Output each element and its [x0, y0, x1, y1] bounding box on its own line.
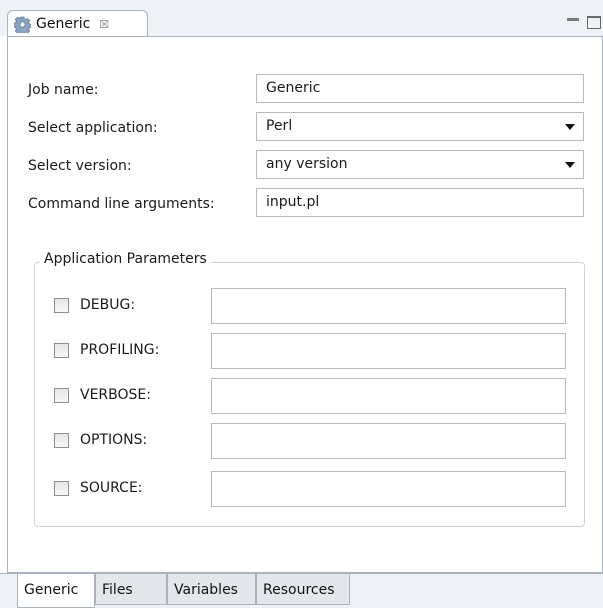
debug-checkbox[interactable] [54, 298, 69, 313]
application-select[interactable]: Perl [256, 112, 584, 141]
tab-generic[interactable]: Generic [17, 574, 95, 608]
options-checkbox[interactable] [54, 433, 69, 448]
source-label: SOURCE: [80, 480, 143, 496]
verbose-input[interactable] [211, 378, 566, 414]
application-parameters-title: Application Parameters [40, 251, 211, 267]
verbose-checkbox[interactable] [54, 388, 69, 403]
dropdown-arrow-icon [565, 162, 575, 168]
source-checkbox[interactable] [54, 481, 69, 496]
editor-page-tabs: Generic Files Variables Resources [0, 573, 603, 608]
tab-resources[interactable]: Resources [256, 574, 350, 605]
job-name-input[interactable]: Generic [256, 74, 584, 103]
debug-input[interactable] [211, 288, 566, 324]
profiling-input[interactable] [211, 333, 566, 369]
version-label: Select version: [28, 158, 132, 174]
job-name-label: Job name: [28, 82, 99, 98]
debug-label: DEBUG: [80, 297, 136, 313]
tab-files[interactable]: Files [95, 574, 167, 605]
verbose-label: VERBOSE: [80, 387, 151, 403]
version-select-value: any version [266, 156, 348, 172]
dropdown-arrow-icon [565, 124, 575, 130]
tab-variables[interactable]: Variables [167, 574, 256, 605]
options-label: OPTIONS: [80, 432, 148, 448]
source-input[interactable] [211, 471, 566, 507]
version-select[interactable]: any version [256, 150, 584, 179]
profiling-checkbox[interactable] [54, 343, 69, 358]
options-input[interactable] [211, 423, 566, 459]
command-line-label: Command line arguments: [28, 196, 215, 212]
application-label: Select application: [28, 120, 158, 136]
profiling-label: PROFILING: [80, 342, 160, 358]
application-select-value: Perl [266, 118, 293, 134]
command-line-input[interactable]: input.pl [256, 188, 584, 217]
